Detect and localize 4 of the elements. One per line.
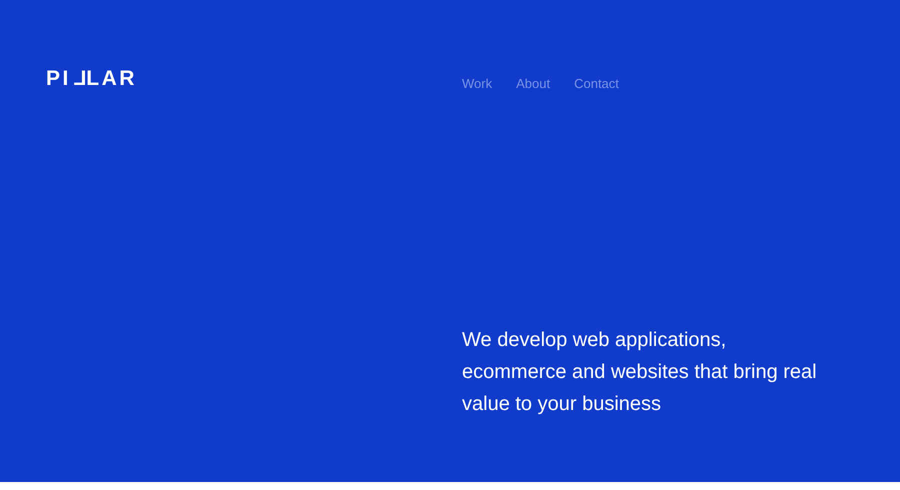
nav-link[interactable]: About bbox=[516, 74, 550, 94]
nav-link[interactable]: Work bbox=[462, 74, 492, 94]
nav-link[interactable]: Contact bbox=[574, 74, 619, 94]
tagline: We develop web applications, ecommerce and websites that bring real value to your business bbox=[462, 328, 818, 416]
